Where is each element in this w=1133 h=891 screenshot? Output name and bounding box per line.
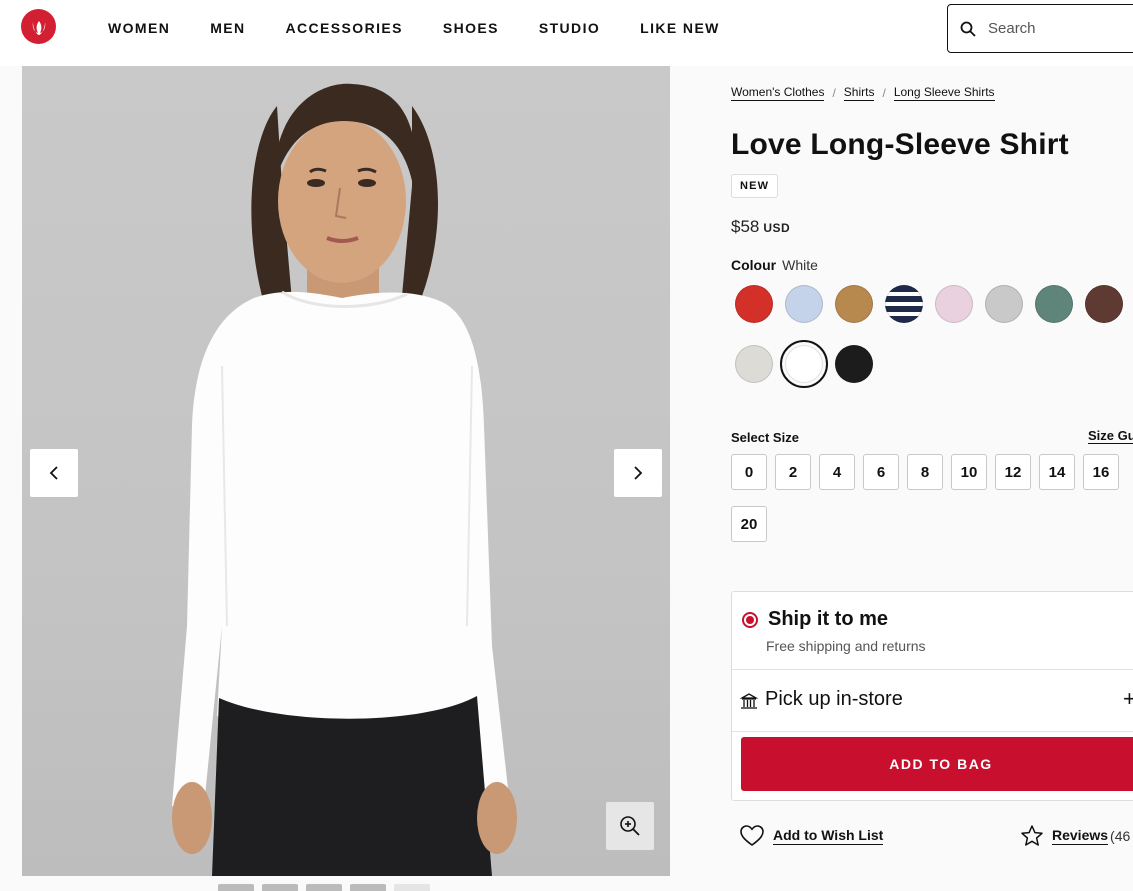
colour-swatch-light-blue[interactable] bbox=[785, 285, 823, 323]
colour-swatch-tan[interactable] bbox=[835, 285, 873, 323]
zoom-in-icon bbox=[620, 816, 640, 836]
zoom-button[interactable] bbox=[606, 802, 654, 850]
size-option-4[interactable]: 4 bbox=[819, 454, 855, 490]
thumbnail[interactable] bbox=[306, 884, 342, 891]
thumbnail[interactable] bbox=[350, 884, 386, 891]
chevron-right-icon bbox=[634, 466, 643, 480]
nav-men[interactable]: MEN bbox=[190, 20, 265, 36]
pickup-title: Pick up in-store bbox=[765, 688, 903, 710]
ship-subtitle: Free shipping and returns bbox=[766, 638, 926, 654]
price-value: $58 bbox=[731, 217, 760, 236]
lululemon-logo[interactable] bbox=[21, 9, 56, 44]
store-icon bbox=[740, 693, 758, 709]
heart-icon bbox=[740, 825, 764, 846]
breadcrumb-separator: / bbox=[832, 86, 836, 100]
size-option-8[interactable]: 8 bbox=[907, 454, 943, 490]
size-option-12[interactable]: 12 bbox=[995, 454, 1031, 490]
colour-heading: Colour bbox=[731, 257, 777, 273]
nav-shoes[interactable]: SHOES bbox=[423, 20, 519, 36]
thumbnail[interactable] bbox=[394, 884, 430, 891]
size-guide-link[interactable]: Size Gu bbox=[1088, 428, 1133, 444]
wishlist-link[interactable]: Add to Wish List bbox=[739, 824, 884, 848]
main-nav: WOMEN MEN ACCESSORIES SHOES STUDIO LIKE … bbox=[88, 0, 740, 56]
thumbnail-strip bbox=[218, 884, 430, 891]
colour-label: Colour White bbox=[731, 257, 818, 273]
search-input[interactable] bbox=[988, 20, 1128, 37]
size-option-6[interactable]: 6 bbox=[863, 454, 899, 490]
price-currency: USD bbox=[763, 221, 791, 235]
product-title: Love Long-Sleeve Shirt bbox=[731, 128, 1069, 161]
colour-swatch-green-grey[interactable] bbox=[1035, 285, 1073, 323]
ship-title: Ship it to me bbox=[768, 608, 888, 630]
nav-accessories[interactable]: ACCESSORIES bbox=[266, 20, 423, 36]
star-icon bbox=[1021, 825, 1043, 846]
thumbnail[interactable] bbox=[218, 884, 254, 891]
colour-swatch-pink[interactable] bbox=[935, 285, 973, 323]
product-details-panel: Women's Clothes / Shirts / Long Sleeve S… bbox=[731, 66, 1133, 891]
size-option-0[interactable]: 0 bbox=[731, 454, 767, 490]
product-photo bbox=[172, 83, 517, 876]
nav-studio[interactable]: STUDIO bbox=[519, 20, 620, 36]
selected-colour: White bbox=[782, 257, 818, 273]
breadcrumb-separator: / bbox=[882, 86, 886, 100]
next-image-button[interactable] bbox=[614, 449, 662, 497]
colour-swatch-heather-grey[interactable] bbox=[985, 285, 1023, 323]
size-option-14[interactable]: 14 bbox=[1039, 454, 1075, 490]
breadcrumb: Women's Clothes / Shirts / Long Sleeve S… bbox=[731, 85, 995, 101]
logo-icon bbox=[32, 20, 45, 35]
size-option-16[interactable]: 16 bbox=[1083, 454, 1119, 490]
colour-swatch-black[interactable] bbox=[835, 345, 873, 383]
select-size-label: Select Size bbox=[731, 430, 799, 445]
chevron-left-icon bbox=[49, 466, 58, 480]
colour-swatch-brown[interactable] bbox=[1085, 285, 1123, 323]
reviews-label: Reviews bbox=[1052, 827, 1109, 845]
breadcrumb-long-sleeve-shirts[interactable]: Long Sleeve Shirts bbox=[893, 85, 995, 101]
colour-swatch-red[interactable] bbox=[735, 285, 773, 323]
size-option-2[interactable]: 2 bbox=[775, 454, 811, 490]
reviews-count: (46 bbox=[1110, 828, 1131, 844]
product-price: $58 USD bbox=[731, 217, 790, 237]
pickup-option[interactable]: Pick up in-store + bbox=[732, 670, 1133, 732]
nav-like-new[interactable]: LIKE NEW bbox=[620, 20, 740, 36]
nav-women[interactable]: WOMEN bbox=[88, 20, 190, 36]
colour-swatch-bone[interactable] bbox=[735, 345, 773, 383]
expand-plus-icon[interactable]: + bbox=[1123, 686, 1133, 712]
wishlist-label: Add to Wish List bbox=[773, 827, 884, 845]
product-image-gallery bbox=[22, 66, 670, 876]
size-option-10[interactable]: 10 bbox=[951, 454, 987, 490]
thumbnail[interactable] bbox=[262, 884, 298, 891]
ship-radio[interactable] bbox=[742, 612, 758, 628]
site-header: WOMEN MEN ACCESSORIES SHOES STUDIO LIKE … bbox=[0, 0, 1133, 66]
reviews-link[interactable]: Reviews (46 bbox=[1020, 824, 1130, 848]
add-to-bag-button[interactable]: ADD TO BAG bbox=[741, 737, 1133, 791]
previous-image-button[interactable] bbox=[30, 449, 78, 497]
breadcrumb-womens-clothes[interactable]: Women's Clothes bbox=[731, 85, 825, 101]
colour-swatch-navy-stripe[interactable] bbox=[885, 285, 923, 323]
breadcrumb-shirts[interactable]: Shirts bbox=[843, 85, 875, 101]
search-box[interactable] bbox=[947, 4, 1133, 53]
new-badge: NEW bbox=[731, 174, 779, 198]
search-icon bbox=[960, 21, 976, 37]
ship-option[interactable]: Ship it to me Free shipping and returns bbox=[732, 592, 1133, 670]
size-option-20[interactable]: 20 bbox=[731, 506, 767, 542]
colour-swatch-white[interactable] bbox=[780, 340, 828, 388]
